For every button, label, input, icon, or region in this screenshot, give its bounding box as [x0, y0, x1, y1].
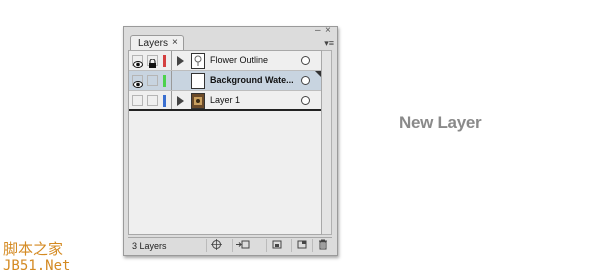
layer-row[interactable]: Layer 1 — [129, 91, 321, 111]
layer-name[interactable]: Layer 1 — [210, 95, 298, 105]
new-layer-icon — [297, 240, 306, 249]
target-circle-icon[interactable] — [301, 56, 310, 65]
locate-object-button[interactable] — [206, 239, 226, 252]
lock-toggle[interactable] — [147, 95, 158, 106]
new-sublayer-icon — [272, 240, 281, 249]
layer-list: Flower Outline Background Wate... Layer … — [128, 50, 322, 235]
layer-name[interactable]: Flower Outline — [210, 55, 298, 65]
lock-icon — [149, 58, 156, 68]
clipping-mask-icon — [235, 240, 249, 249]
layer-color-chip — [163, 95, 166, 107]
layer-row[interactable]: Flower Outline — [129, 51, 321, 71]
target-circle-icon[interactable] — [301, 96, 310, 105]
locate-object-icon — [211, 239, 222, 250]
eye-icon — [133, 61, 143, 68]
layer-color-chip — [163, 55, 166, 67]
eye-icon — [133, 81, 143, 88]
expand-triangle-icon[interactable] — [177, 56, 184, 66]
watermark-line1: 脚本之家 — [3, 241, 64, 258]
layer-count: 3 Layers — [132, 241, 167, 251]
visibility-toggle[interactable] — [132, 55, 143, 68]
panel-footer: 3 Layers — [128, 237, 332, 253]
tab-label: Layers — [138, 38, 169, 49]
close-icon[interactable]: × — [325, 26, 331, 36]
layer-thumbnail — [191, 53, 205, 69]
new-layer-button[interactable] — [291, 239, 311, 252]
scrollbar[interactable] — [322, 50, 332, 235]
visibility-toggle[interactable] — [132, 95, 143, 106]
make-clipping-mask-button[interactable] — [232, 239, 252, 252]
layers-panel: ‒ × Layers × ▾≡ Flower Outline Backgroun… — [123, 26, 338, 256]
tab-layers[interactable]: Layers × — [130, 35, 184, 51]
lock-toggle[interactable] — [147, 75, 158, 86]
watermark-line2: JB51.Net — [3, 258, 71, 274]
tab-close-icon[interactable]: × — [172, 37, 178, 48]
target-circle-icon[interactable] — [301, 76, 310, 85]
delete-layer-button[interactable] — [312, 239, 332, 252]
expand-triangle-icon[interactable] — [177, 96, 184, 106]
new-sublayer-button[interactable] — [266, 239, 286, 252]
layer-row[interactable]: Background Wate... — [129, 71, 321, 91]
layer-name[interactable]: Background Wate... — [210, 75, 298, 85]
trash-icon — [318, 239, 327, 250]
caption-label: New Layer — [399, 113, 482, 132]
lock-toggle[interactable] — [147, 55, 158, 68]
layer-thumbnail — [191, 93, 205, 109]
visibility-toggle[interactable] — [132, 75, 143, 88]
panel-menu-icon[interactable]: ▾≡ — [324, 38, 334, 49]
layer-thumbnail — [191, 73, 205, 89]
minimize-icon[interactable]: ‒ — [315, 26, 321, 36]
layer-color-chip — [163, 75, 166, 87]
selected-corner-icon — [315, 71, 321, 77]
